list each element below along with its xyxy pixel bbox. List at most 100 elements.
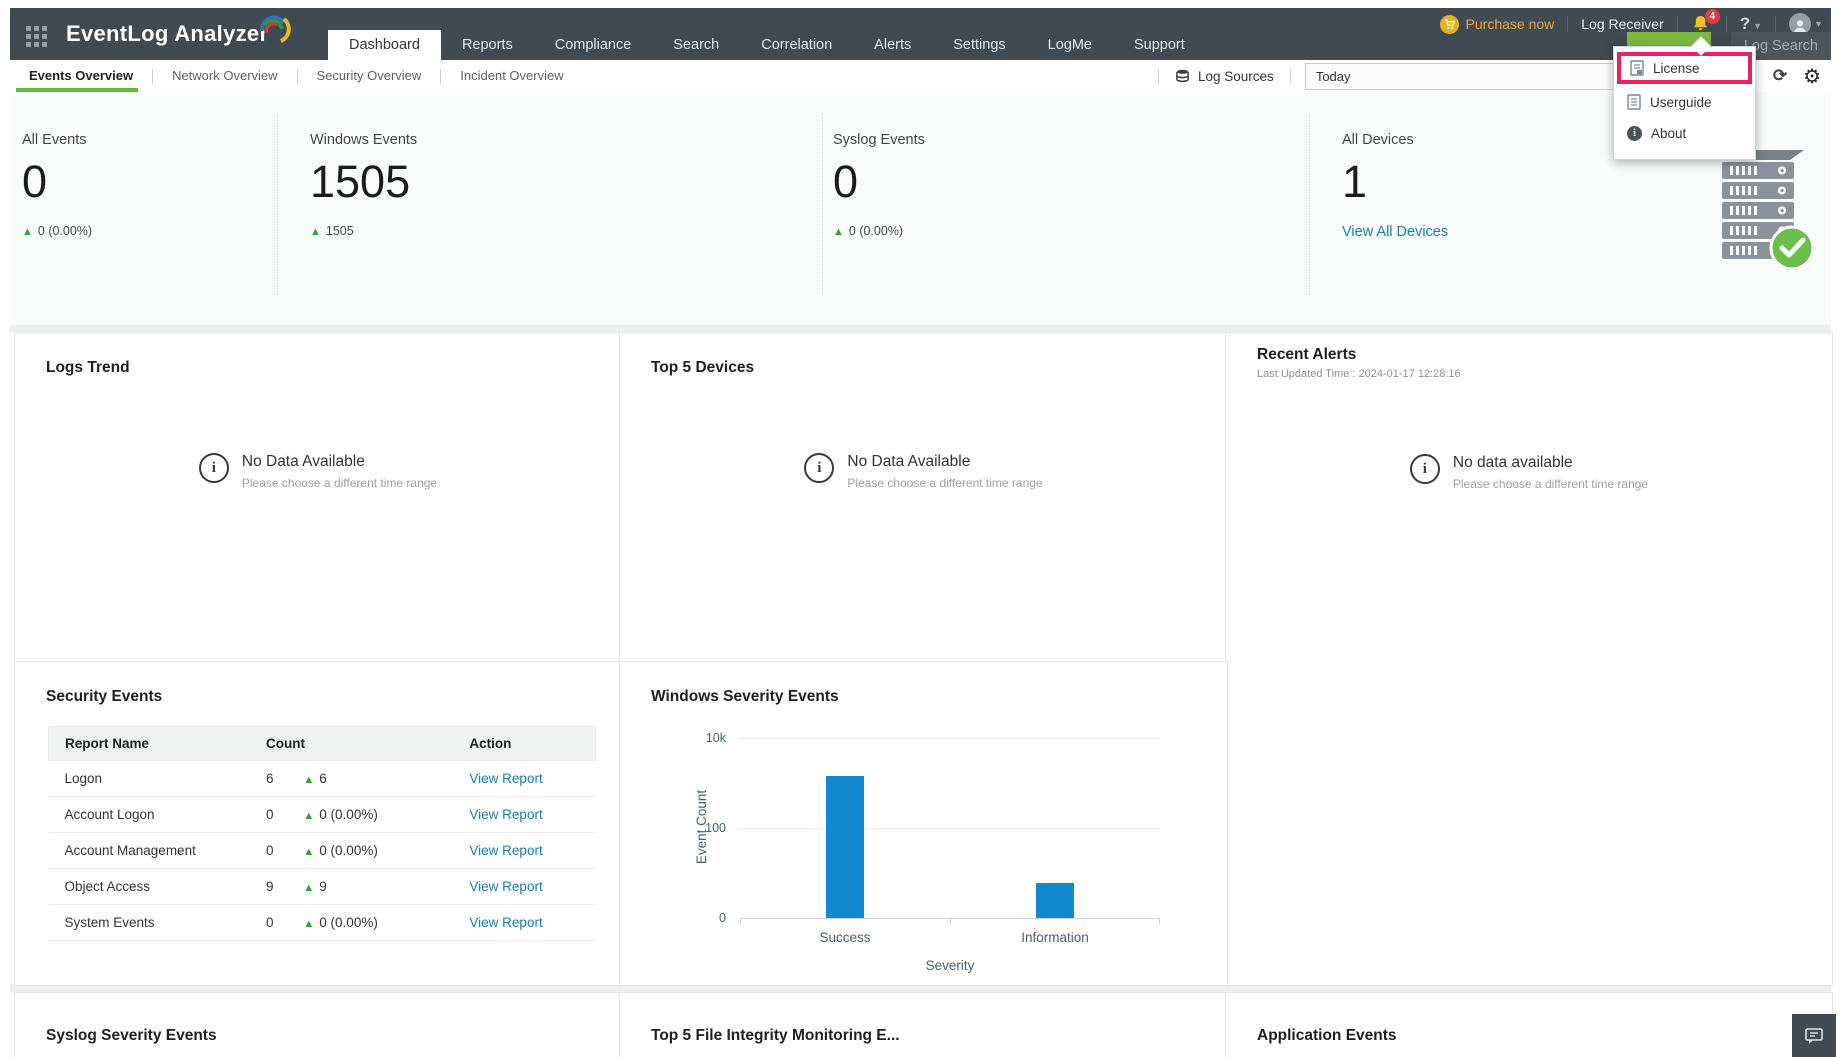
tab-incident-overview[interactable]: Incident Overview <box>441 60 582 92</box>
main-nav-tabs: Dashboard Reports Compliance Search Corr… <box>328 30 1206 60</box>
info-circle-icon: i <box>1409 454 1440 484</box>
stat-delta: ▲ 1505 <box>310 223 354 238</box>
database-icon <box>1176 69 1189 82</box>
log-receiver-link[interactable]: Log Receiver <box>1581 16 1664 32</box>
menu-item-about[interactable]: i About <box>1614 118 1755 149</box>
stat-label: Syslog Events <box>833 132 925 148</box>
up-triangle-icon: ▲ <box>310 225 321 238</box>
axis-tick <box>1159 918 1160 924</box>
table-row: Object Access 9 ▲ 9 View Report <box>48 868 596 905</box>
stat-value: 1505 <box>310 156 411 207</box>
divider <box>1309 114 1310 295</box>
menu-item-userguide[interactable]: Userguide <box>1614 86 1755 118</box>
axis-tick <box>950 918 951 924</box>
stat-all-events: All Events 0 ▲ 0 (0.00%) <box>22 132 92 238</box>
notifications-button[interactable]: 4 <box>1691 9 1720 34</box>
panel-title: Top 5 File Integrity Monitoring E... <box>651 1027 900 1044</box>
y-tick: 10k <box>705 731 726 745</box>
view-report-link[interactable]: View Report <box>469 771 542 786</box>
gridline <box>740 828 1160 829</box>
panel-title: Logs Trend <box>46 359 130 376</box>
divider <box>1289 68 1291 84</box>
log-sources-button[interactable]: Log Sources <box>1159 69 1290 84</box>
divider <box>1567 16 1569 32</box>
up-triangle-icon: ▲ <box>303 846 315 858</box>
help-icon: ? <box>1739 14 1751 33</box>
bar-information[interactable] <box>1036 883 1074 918</box>
view-report-link[interactable]: View Report <box>469 843 542 858</box>
cart-icon <box>1439 14 1459 34</box>
tab-reports[interactable]: Reports <box>441 30 534 60</box>
gear-icon[interactable]: ⚙ <box>1799 64 1831 89</box>
view-report-link[interactable]: View Report <box>469 915 542 930</box>
tab-dashboard[interactable]: Dashboard <box>328 30 441 60</box>
feedback-chat-icon <box>1805 1028 1823 1044</box>
app-logo-text: EventLog Analyzer <box>66 21 269 46</box>
panel-windows-severity-events: Windows Severity Events Event Count 10k … <box>619 661 1228 986</box>
stat-syslog-events: Syslog Events 0 ▲ 0 (0.00%) <box>833 132 925 238</box>
info-circle-icon: i <box>198 453 229 483</box>
no-data-message: i No data available Please choose a diff… <box>1226 454 1832 491</box>
table-row: Account Logon 0 ▲ 0 (0.00%) View Report <box>48 796 596 833</box>
no-data-message: i No Data Available Please choose a diff… <box>15 453 621 490</box>
divider <box>277 114 278 295</box>
tab-events-overview[interactable]: Events Overview <box>10 60 152 92</box>
app-logo[interactable]: EventLog Analyzer <box>66 15 292 52</box>
tab-alerts[interactable]: Alerts <box>853 30 932 60</box>
up-triangle-icon: ▲ <box>303 918 315 930</box>
tab-search[interactable]: Search <box>652 30 740 60</box>
stat-value: 0 <box>833 156 859 207</box>
notification-badge: 4 <box>1704 9 1720 24</box>
menu-item-license[interactable]: License <box>1617 52 1752 84</box>
logo-swirl-icon <box>254 11 292 52</box>
info-icon: i <box>1627 126 1642 141</box>
panel-recent-alerts: Recent Alerts Last Updated Time : 2024-0… <box>1225 332 1833 986</box>
chart-title: Windows Severity Events <box>651 688 839 705</box>
table-header-row: Report Name Count Action <box>48 726 596 761</box>
stat-label: All Devices <box>1342 132 1414 148</box>
tab-support[interactable]: Support <box>1113 30 1206 60</box>
y-tick: 0 <box>719 911 726 925</box>
last-updated-time: Last Updated Time : 2024-01-17 12:28:16 <box>1257 368 1461 380</box>
help-menu-button[interactable]: ? ▼ <box>1740 14 1762 34</box>
tab-compliance[interactable]: Compliance <box>534 30 653 60</box>
tab-settings[interactable]: Settings <box>932 30 1026 60</box>
view-report-link[interactable]: View Report <box>469 807 542 822</box>
app-grid-icon[interactable] <box>26 26 48 48</box>
up-triangle-icon: ▲ <box>303 774 315 786</box>
panel-title: Security Events <box>46 688 163 705</box>
stat-label: Windows Events <box>310 132 418 148</box>
stats-band: All Events 0 ▲ 0 (0.00%) Windows Events 1… <box>10 92 1831 325</box>
bar-success[interactable] <box>826 776 864 918</box>
x-category-label: Success <box>819 930 871 945</box>
panel-top5-devices: Top 5 Devices i No Data Available Please… <box>619 332 1228 663</box>
stat-value: 0 <box>22 156 48 207</box>
panel-logs-trend: Logs Trend i No Data Available Please ch… <box>14 332 622 663</box>
panel-title: Recent Alerts <box>1257 346 1357 363</box>
tab-security-overview[interactable]: Security Overview <box>298 60 441 92</box>
refresh-icon[interactable]: ⟳ <box>1761 66 1799 86</box>
menu-item-label: License <box>1653 60 1700 76</box>
help-dropdown-menu: License Userguide i About <box>1613 46 1756 160</box>
divider <box>822 114 823 295</box>
tab-correlation[interactable]: Correlation <box>740 30 853 60</box>
stat-value: 1 <box>1342 156 1368 207</box>
severity-chart-plot: 10k 100 0 Success Information Severity <box>705 731 1160 973</box>
purchase-now-button[interactable]: Purchase now <box>1439 14 1555 34</box>
stat-delta: ▲ 0 (0.00%) <box>22 223 93 238</box>
divider <box>1775 16 1777 32</box>
panel-title: Application Events <box>1257 1027 1397 1044</box>
purchase-now-label: Purchase now <box>1465 16 1555 32</box>
view-all-devices-link[interactable]: View All Devices <box>1342 224 1448 240</box>
feedback-button[interactable] <box>1792 1014 1836 1057</box>
panel-title: Syslog Severity Events <box>46 1027 217 1044</box>
tab-logme[interactable]: LogMe <box>1027 30 1113 60</box>
tab-network-overview[interactable]: Network Overview <box>153 60 296 92</box>
panel-application-events: Application Events <box>1225 992 1833 1057</box>
up-triangle-icon: ▲ <box>833 225 844 238</box>
up-triangle-icon: ▲ <box>303 882 315 894</box>
table-row: Logon 6 ▲ 6 View Report <box>48 760 596 797</box>
view-report-link[interactable]: View Report <box>469 879 542 894</box>
x-category-label: Information <box>1021 930 1089 945</box>
panel-syslog-severity: Syslog Severity Events <box>14 992 622 1057</box>
